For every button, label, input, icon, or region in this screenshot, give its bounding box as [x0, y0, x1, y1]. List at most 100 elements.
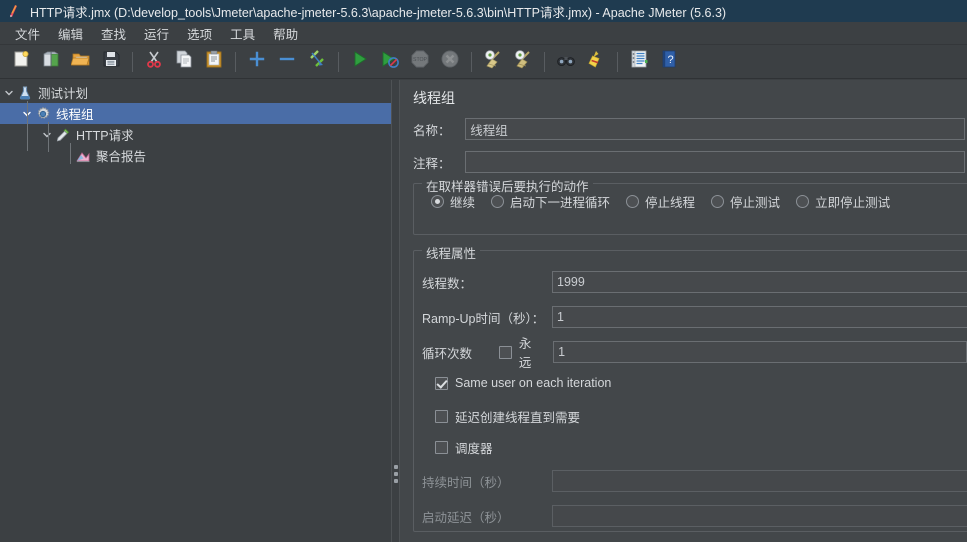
toolbar-separator-2	[235, 51, 236, 72]
startup-delay-label: 启动延迟（秒）	[422, 510, 510, 525]
tree-guide-line-1	[27, 101, 28, 151]
toolbar-separator-1	[132, 51, 133, 72]
delayed-start-checkbox-box	[435, 410, 448, 423]
toolbar-open[interactable]	[68, 49, 94, 75]
tree-node-aggregate-report[interactable]: 聚合报告	[0, 145, 391, 166]
play-no-timers-icon	[380, 49, 400, 74]
templates-icon	[41, 49, 61, 74]
num-threads-row: 线程数：	[422, 271, 967, 293]
toolbar-shutdown[interactable]	[437, 49, 463, 75]
tree-node-thread-group[interactable]: 线程组	[0, 103, 391, 124]
menu-bar: 文件 编辑 查找 运行 选项 工具 帮助	[0, 22, 967, 45]
duration-input[interactable]	[552, 470, 967, 492]
name-field-row: 名称：	[413, 118, 965, 140]
radio-start-next-loop-dot	[491, 195, 505, 208]
toolbar-cut[interactable]	[141, 49, 167, 75]
test-plan-tree-panel[interactable]: 测试计划 线程组 HTTP请求 聚合报告	[0, 80, 391, 542]
open-folder-icon	[70, 49, 91, 74]
name-label: 名称：	[413, 123, 451, 138]
chevron-down-icon[interactable]	[2, 82, 16, 103]
search-binoculars-icon	[556, 49, 576, 74]
delayed-start-label: 延迟创建线程直到需要	[455, 411, 581, 425]
menu-file[interactable]: 文件	[6, 22, 49, 45]
toolbar-paste[interactable]	[201, 49, 227, 75]
menu-tools[interactable]: 工具	[221, 22, 264, 45]
num-threads-input[interactable]	[552, 271, 967, 293]
radio-stop-test-label: 停止测试	[730, 196, 781, 210]
loop-count-label: 循环次数	[422, 346, 473, 361]
menu-options[interactable]: 选项	[178, 22, 221, 45]
radio-continue-dot	[431, 195, 444, 208]
toolbar-expand-all[interactable]	[244, 49, 270, 75]
radio-stop-thread[interactable]: 停止线程	[626, 192, 695, 211]
radio-start-next-loop[interactable]: 启动下一进程循环	[491, 192, 610, 211]
ramp-up-input[interactable]	[552, 306, 967, 328]
duration-row: 持续时间（秒）	[422, 470, 967, 492]
toolbar-search-reset[interactable]	[583, 49, 609, 75]
startup-delay-input[interactable]	[552, 505, 967, 527]
comment-label: 注释：	[413, 156, 451, 171]
radio-stop-test[interactable]: 停止测试	[711, 192, 780, 211]
toolbar-function-helper[interactable]	[626, 49, 652, 75]
radio-stop-test-dot	[711, 195, 725, 208]
clear-all-broom-icon	[513, 49, 533, 74]
toolbar-stop[interactable]: STOP	[407, 49, 433, 75]
tree-node-aggregate-report-label: 聚合报告	[96, 150, 147, 164]
tree-node-test-plan[interactable]: 测试计划	[0, 82, 391, 103]
copy-icon	[174, 49, 194, 74]
radio-stop-test-now[interactable]: 立即停止测试	[796, 192, 890, 211]
test-plan-tree[interactable]: 测试计划 线程组 HTTP请求 聚合报告	[0, 80, 391, 166]
toggle-pencil-icon	[307, 49, 327, 74]
tree-node-http-request[interactable]: HTTP请求	[0, 124, 391, 145]
radio-continue[interactable]: 继续	[431, 192, 475, 211]
title-bar: HTTP请求.jmx (D:\develop_tools\Jmeter\apac…	[0, 0, 967, 22]
ramp-up-row: Ramp-Up时间（秒）：	[422, 306, 967, 328]
toolbar-toggle[interactable]	[304, 49, 330, 75]
toolbar-separator-4	[471, 51, 472, 72]
same-user-checkbox-box	[435, 376, 448, 390]
loop-count-input[interactable]	[553, 341, 967, 363]
toolbar-clear-all[interactable]	[510, 49, 536, 75]
paste-clipboard-icon	[204, 49, 224, 74]
reset-search-broom-icon	[586, 49, 606, 74]
clear-broom-gear-icon	[483, 49, 503, 74]
toolbar-separator-6	[617, 51, 618, 72]
toolbar-search[interactable]	[553, 49, 579, 75]
chevron-down-icon[interactable]	[40, 124, 54, 145]
toolbar-new[interactable]	[8, 49, 34, 75]
new-document-icon	[11, 49, 31, 74]
menu-run[interactable]: 运行	[135, 22, 178, 45]
menu-edit[interactable]: 编辑	[49, 22, 92, 45]
page-title: 线程组	[413, 90, 455, 106]
thread-properties-group-title: 线程属性	[422, 243, 481, 262]
toolbar-save[interactable]	[98, 49, 124, 75]
window-title: HTTP请求.jmx (D:\develop_tools\Jmeter\apac…	[30, 5, 727, 20]
menu-help[interactable]: 帮助	[264, 22, 307, 45]
split-divider-grip[interactable]	[394, 465, 398, 486]
menu-search[interactable]: 查找	[92, 22, 135, 45]
toolbar-start[interactable]	[347, 49, 373, 75]
toolbar-copy[interactable]	[171, 49, 197, 75]
radio-stop-thread-dot	[626, 195, 640, 208]
toolbar: STOP ?	[0, 45, 967, 79]
same-user-label: Same user on each iteration	[455, 376, 612, 390]
scheduler-checkbox[interactable]: 调度器	[435, 438, 493, 457]
jmeter-logo-icon	[6, 3, 22, 19]
same-user-checkbox[interactable]: Same user on each iteration	[435, 376, 611, 390]
toolbar-clear[interactable]	[480, 49, 506, 75]
name-input[interactable]	[465, 118, 965, 140]
comment-field-row: 注释：	[413, 151, 965, 173]
toolbar-start-no-pauses[interactable]	[377, 49, 403, 75]
toolbar-separator-3	[338, 51, 339, 72]
http-sampler-pipette-icon	[54, 126, 72, 144]
toolbar-collapse-all[interactable]	[274, 49, 300, 75]
toolbar-templates[interactable]	[38, 49, 64, 75]
ramp-up-label: Ramp-Up时间（秒）：	[422, 311, 545, 326]
comment-input[interactable]	[465, 151, 965, 173]
toolbar-help[interactable]: ?	[656, 49, 682, 75]
split-divider[interactable]	[391, 80, 400, 542]
loop-forever-label: 永远	[518, 337, 532, 370]
aggregate-report-chart-icon	[74, 147, 92, 165]
delayed-start-checkbox[interactable]: 延迟创建线程直到需要	[435, 407, 580, 426]
loop-forever-checkbox[interactable]: 永远	[498, 333, 543, 371]
